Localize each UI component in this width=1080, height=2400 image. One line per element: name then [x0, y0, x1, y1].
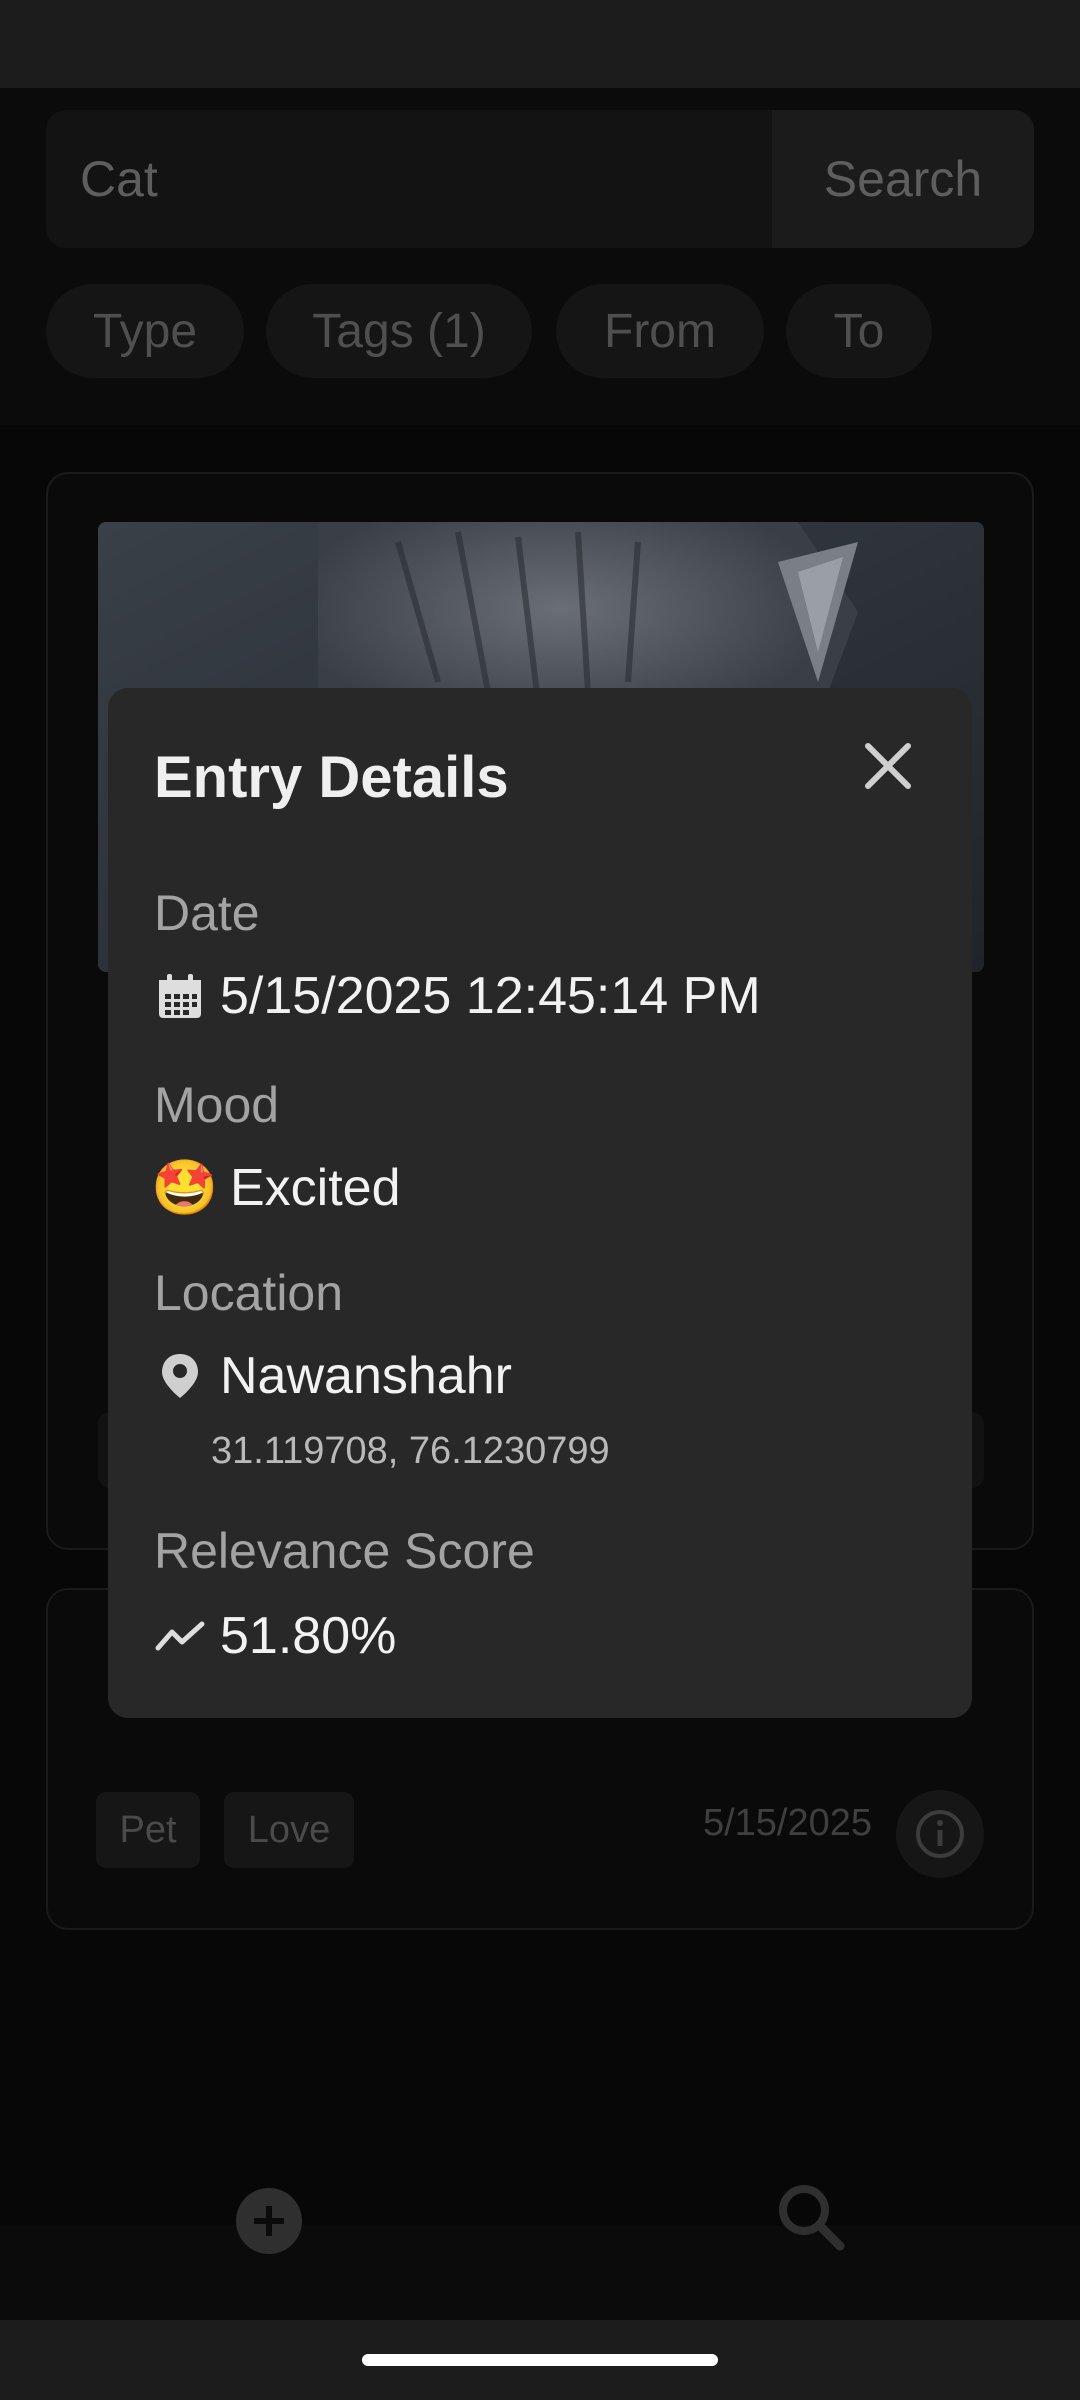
search-input[interactable]: Cat [46, 110, 772, 248]
close-icon[interactable] [860, 738, 916, 794]
mood-value-row: 🤩 Excited [151, 1157, 401, 1218]
status-bar [0, 0, 1080, 88]
mood-value: Excited [230, 1159, 401, 1217]
location-value-row: Nawanshahr [154, 1346, 512, 1406]
filter-from-chip[interactable]: From [556, 284, 764, 378]
date-value: 5/15/2025 12:45:14 PM [220, 967, 761, 1025]
search-icon[interactable] [776, 2182, 846, 2252]
add-icon[interactable] [236, 2188, 302, 2254]
dialog-title: Entry Details [154, 745, 509, 810]
location-name: Nawanshahr [220, 1347, 512, 1405]
search-bar: Cat Search [46, 110, 1034, 248]
mood-label: Mood [154, 1077, 280, 1133]
trend-icon [154, 1610, 206, 1662]
relevance-value-row: 51.80% [154, 1606, 396, 1666]
info-icon [916, 1810, 964, 1858]
entry-details-dialog: Entry Details Date 5/15/2025 12:45:14 PM… [108, 688, 972, 1718]
tag-chip: Pet [96, 1792, 200, 1868]
date-label: Date [154, 885, 260, 941]
date-value-row: 5/15/2025 12:45:14 PM [154, 966, 761, 1026]
screen: Cat Search Type Tags (1) From To Pet Lov… [0, 0, 1080, 2400]
home-gesture-handle[interactable] [362, 2354, 718, 2366]
mood-emoji: 🤩 [151, 1157, 219, 1218]
location-pin-icon [154, 1350, 206, 1402]
location-label: Location [154, 1265, 344, 1321]
location-coordinates: 31.119708, 76.1230799 [211, 1430, 610, 1472]
tag-chip: Love [224, 1792, 354, 1868]
entry-date: 5/15/2025 [702, 1802, 872, 1844]
filter-to-chip[interactable]: To [786, 284, 932, 378]
filter-type-chip[interactable]: Type [46, 284, 244, 378]
relevance-label: Relevance Score [154, 1523, 535, 1579]
relevance-value: 51.80% [220, 1607, 397, 1665]
search-button[interactable]: Search [772, 110, 1034, 248]
calendar-icon [154, 970, 206, 1022]
info-button[interactable] [896, 1790, 984, 1878]
filter-tags-chip[interactable]: Tags (1) [266, 284, 532, 378]
